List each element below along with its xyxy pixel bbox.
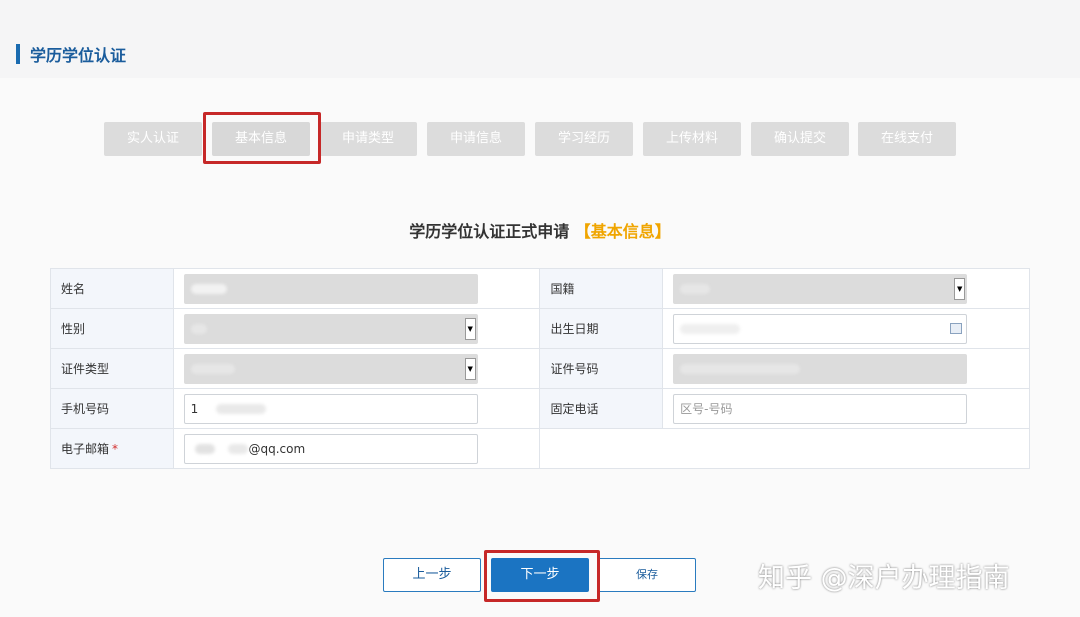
form-row-id-type: 证件类型 ▼ 证件号码 — [50, 348, 1030, 389]
birthdate-field[interactable] — [673, 313, 968, 344]
birthdate-redacted — [680, 324, 741, 334]
step-basic-info[interactable]: 基本信息 — [212, 122, 310, 156]
save-button[interactable]: 保存 — [598, 558, 696, 592]
form-row-mobile: 手机号码 1 固定电话 区号-号码 — [50, 388, 1030, 429]
name-label: 姓名 — [50, 268, 174, 309]
empty-cell — [539, 428, 1030, 469]
step-study-history[interactable]: 学习经历 — [535, 122, 633, 156]
nationality-redacted — [680, 284, 711, 294]
phone-label: 固定电话 — [539, 388, 664, 429]
email-redacted-a — [194, 444, 215, 454]
gender-label: 性别 — [50, 308, 174, 349]
id-number-label: 证件号码 — [539, 348, 664, 389]
id-number-redacted — [680, 364, 801, 374]
name-field[interactable] — [183, 273, 478, 304]
header-accent-bar — [16, 44, 20, 64]
form-title: 学历学位认证正式申请 【基本信息】 — [0, 218, 1080, 242]
step-application-info[interactable]: 申请信息 — [427, 122, 525, 156]
id-type-label: 证件类型 — [50, 348, 174, 389]
form-title-text: 学历学位认证正式申请 — [409, 222, 570, 241]
form-title-section: 【基本信息】 — [574, 222, 671, 241]
nationality-select[interactable]: ▼ — [673, 273, 968, 304]
chevron-down-icon: ▼ — [464, 317, 476, 340]
page-header: 学历学位认证 — [0, 0, 1080, 78]
id-type-select[interactable]: ▼ — [183, 353, 478, 384]
calendar-icon[interactable] — [950, 322, 963, 334]
mobile-value: 1 — [190, 401, 199, 416]
phone-field[interactable]: 区号-号码 — [673, 393, 968, 424]
form-row-name: 姓名 国籍 ▼ — [50, 268, 1030, 309]
email-label-text: 电子邮箱 — [61, 442, 110, 456]
next-step-button[interactable]: 下一步 — [491, 558, 589, 592]
email-value: @qq.com — [248, 441, 306, 456]
mobile-label: 手机号码 — [50, 388, 174, 429]
id-type-redacted — [190, 364, 235, 374]
mobile-field[interactable]: 1 — [183, 393, 478, 424]
step-real-name-auth[interactable]: 实人认证 — [104, 122, 202, 156]
gender-select[interactable]: ▼ — [183, 313, 478, 344]
phone-placeholder: 区号-号码 — [680, 401, 733, 416]
watermark: 知乎 @深户办理指南 — [758, 563, 1010, 594]
step-upload-materials[interactable]: 上传材料 — [643, 122, 741, 156]
email-redacted-b — [228, 444, 249, 454]
gender-redacted — [190, 324, 207, 334]
form-row-email: 电子邮箱 * @qq.com — [50, 428, 1030, 469]
chevron-down-icon: ▼ — [954, 277, 966, 300]
name-redacted — [190, 284, 227, 294]
mobile-redacted — [216, 404, 267, 414]
required-marker: * — [112, 442, 119, 456]
chevron-down-icon: ▼ — [464, 357, 476, 380]
birthdate-label: 出生日期 — [539, 308, 664, 349]
prev-step-button[interactable]: 上一步 — [383, 558, 481, 592]
email-field[interactable]: @qq.com — [183, 433, 478, 464]
page-title: 学历学位认证 — [30, 46, 127, 65]
email-label: 电子邮箱 * — [50, 428, 174, 469]
step-confirm-submit[interactable]: 确认提交 — [751, 122, 849, 156]
id-number-field[interactable] — [673, 353, 968, 384]
nationality-label: 国籍 — [539, 268, 664, 309]
step-application-type[interactable]: 申请类型 — [319, 122, 417, 156]
form-row-gender: 性别 ▼ 出生日期 — [50, 308, 1030, 349]
step-online-payment[interactable]: 在线支付 — [858, 122, 956, 156]
basic-info-form: 姓名 国籍 ▼ 性别 ▼ 出生日期 证件类型 ▼ 证件号码 手机号码 1 固定电… — [50, 268, 1030, 469]
